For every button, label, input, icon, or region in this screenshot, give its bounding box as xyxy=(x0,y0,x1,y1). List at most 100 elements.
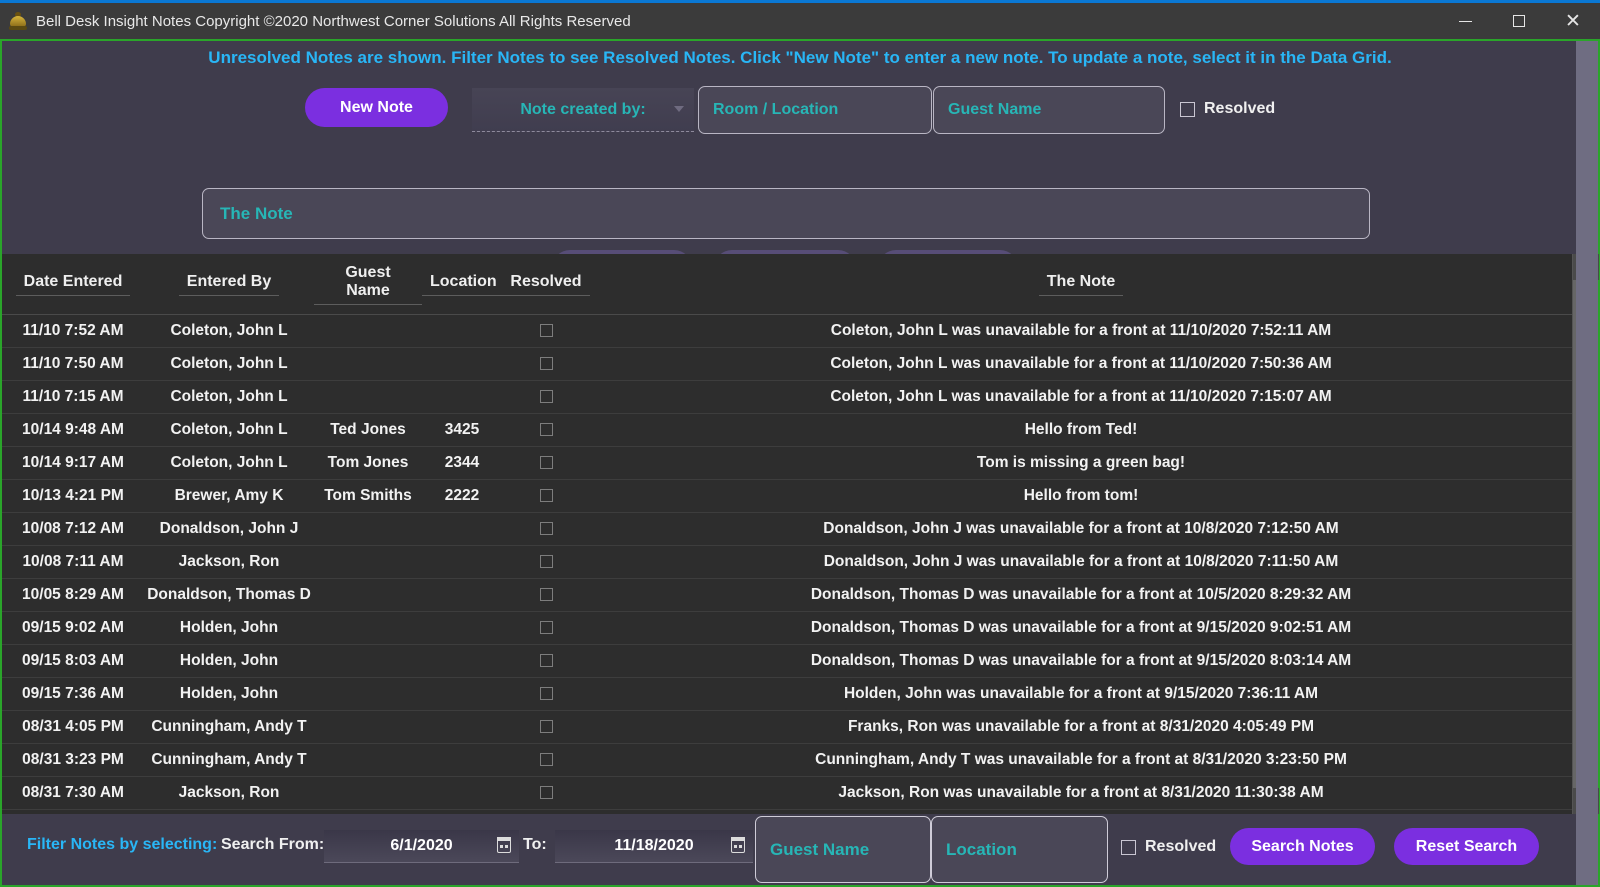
table-row[interactable]: 09/15 7:36 AMHolden, JohnHolden, John wa… xyxy=(2,678,1572,711)
the-note-input[interactable]: The Note xyxy=(202,188,1370,239)
new-note-button[interactable]: New Note xyxy=(305,88,448,127)
cell-resolved[interactable] xyxy=(502,546,590,579)
table-row[interactable]: 10/05 8:29 AMDonaldson, Thomas DDonaldso… xyxy=(2,579,1572,612)
cell-resolved[interactable] xyxy=(502,381,590,414)
cell-resolved[interactable] xyxy=(502,579,590,612)
cell-entered-by: Donaldson, Thomas D xyxy=(144,579,314,612)
table-row[interactable]: 10/14 9:17 AMColeton, John LTom Jones234… xyxy=(2,447,1572,480)
room-location-input[interactable]: Room / Location xyxy=(698,86,932,134)
grid-body: 11/10 7:52 AMColeton, John LColeton, Joh… xyxy=(2,315,1572,815)
column-header-guest-name[interactable]: Guest Name xyxy=(314,254,422,315)
cell-date-entered: 11/10 7:50 AM xyxy=(2,348,144,381)
filter-location-input[interactable]: Location xyxy=(931,816,1108,883)
cell-location xyxy=(422,777,502,810)
column-header-the-note[interactable]: The Note xyxy=(590,254,1572,315)
cell-resolved[interactable] xyxy=(502,678,590,711)
note-created-by-value: Note created by: xyxy=(520,101,645,119)
table-row[interactable]: 11/10 7:52 AMColeton, John LColeton, Joh… xyxy=(2,315,1572,348)
cell-date-entered: 08/31 7:30 AM xyxy=(2,777,144,810)
checkbox-icon[interactable] xyxy=(540,324,553,337)
cell-location xyxy=(422,744,502,777)
filter-label: Filter Notes by selecting: xyxy=(27,836,217,854)
table-row[interactable]: 11/10 7:50 AMColeton, John LColeton, Joh… xyxy=(2,348,1572,381)
checkbox-icon[interactable] xyxy=(540,753,553,766)
cell-guest-name: Ted Jones xyxy=(314,414,422,447)
cell-location xyxy=(422,381,502,414)
filter-guest-name-input[interactable]: Guest Name xyxy=(755,816,931,883)
cell-resolved[interactable] xyxy=(502,645,590,678)
column-header-location[interactable]: Location xyxy=(422,254,502,315)
notes-data-grid: Date Entered Entered By Guest Name Locat… xyxy=(2,254,1598,814)
cell-date-entered: 08/31 3:23 PM xyxy=(2,744,144,777)
table-row[interactable]: 09/15 9:02 AMHolden, JohnDonaldson, Thom… xyxy=(2,612,1572,645)
cell-resolved[interactable] xyxy=(502,777,590,810)
note-created-by-dropdown[interactable]: Note created by: xyxy=(472,88,694,132)
grid-header-row: Date Entered Entered By Guest Name Locat… xyxy=(2,254,1572,315)
checkbox-icon[interactable] xyxy=(540,489,553,502)
cell-resolved[interactable] xyxy=(502,315,590,348)
checkbox-icon[interactable] xyxy=(540,654,553,667)
table-row[interactable]: 10/08 7:11 AMJackson, RonDonaldson, John… xyxy=(2,546,1572,579)
cell-the-note: Hello from Ted! xyxy=(590,414,1572,447)
search-from-label: Search From: xyxy=(221,836,324,854)
table-row[interactable]: 10/13 4:21 PMBrewer, Amy KTom Smiths2222… xyxy=(2,480,1572,513)
table-row[interactable]: 09/15 8:03 AMHolden, JohnDonaldson, Thom… xyxy=(2,645,1572,678)
maximize-button[interactable] xyxy=(1492,3,1546,39)
checkbox-icon[interactable] xyxy=(540,423,553,436)
checkbox-icon[interactable] xyxy=(540,456,553,469)
cell-location xyxy=(422,348,502,381)
table-row[interactable]: 10/14 9:48 AMColeton, John LTed Jones342… xyxy=(2,414,1572,447)
table-row[interactable]: 08/31 7:30 AMJackson, RonJackson, Ron wa… xyxy=(2,777,1572,810)
column-header-entered-by[interactable]: Entered By xyxy=(144,254,314,315)
cell-resolved[interactable] xyxy=(502,513,590,546)
application-window: Bell Desk Insight Notes Copyright ©2020 … xyxy=(0,0,1600,887)
cell-entered-by: Cunningham, Andy T xyxy=(144,711,314,744)
column-header-resolved[interactable]: Resolved xyxy=(502,254,590,315)
calendar-icon[interactable] xyxy=(497,837,511,853)
checkbox-icon[interactable] xyxy=(540,786,553,799)
cell-entered-by: Holden, John xyxy=(144,645,314,678)
search-notes-button[interactable]: Search Notes xyxy=(1230,828,1375,865)
cell-resolved[interactable] xyxy=(502,711,590,744)
calendar-icon[interactable] xyxy=(731,837,745,853)
cell-resolved[interactable] xyxy=(502,480,590,513)
table-row[interactable]: 08/31 3:23 PMCunningham, Andy TCunningha… xyxy=(2,744,1572,777)
cell-resolved[interactable] xyxy=(502,348,590,381)
cell-date-entered: 09/15 7:36 AM xyxy=(2,678,144,711)
resolved-checkbox-top[interactable]: Resolved xyxy=(1180,100,1275,118)
cell-entered-by: Coleton, John L xyxy=(144,414,314,447)
checkbox-icon[interactable] xyxy=(540,588,553,601)
cell-date-entered: 08/31 4:05 PM xyxy=(2,711,144,744)
minimize-icon xyxy=(1459,21,1472,22)
cell-the-note: Donaldson, John J was unavailable for a … xyxy=(590,546,1572,579)
date-to-picker[interactable]: 11/18/2020 xyxy=(555,830,753,863)
table-row[interactable]: 10/08 7:12 AMDonaldson, John JDonaldson,… xyxy=(2,513,1572,546)
resolved-checkbox-filter[interactable]: Resolved xyxy=(1121,838,1216,856)
guest-name-input[interactable]: Guest Name xyxy=(933,86,1165,134)
minimize-button[interactable] xyxy=(1438,3,1492,39)
cell-resolved[interactable] xyxy=(502,744,590,777)
cell-resolved[interactable] xyxy=(502,447,590,480)
window-scrollbar[interactable] xyxy=(1576,41,1598,885)
cell-the-note: Franks, Ron was unavailable for a front … xyxy=(590,711,1572,744)
cell-resolved[interactable] xyxy=(502,612,590,645)
cell-guest-name xyxy=(314,381,422,414)
cell-the-note: Hello from tom! xyxy=(590,480,1572,513)
reset-search-button[interactable]: Reset Search xyxy=(1394,828,1539,865)
table-row[interactable]: 11/10 7:15 AMColeton, John LColeton, Joh… xyxy=(2,381,1572,414)
checkbox-icon[interactable] xyxy=(540,621,553,634)
table-row[interactable]: 08/31 4:05 PMCunningham, Andy T Franks, R… xyxy=(2,711,1572,744)
column-header-date-entered[interactable]: Date Entered xyxy=(2,254,144,315)
checkbox-icon[interactable] xyxy=(540,522,553,535)
cell-location xyxy=(422,711,502,744)
checkbox-icon[interactable] xyxy=(540,555,553,568)
cell-resolved[interactable] xyxy=(502,414,590,447)
close-button[interactable]: ✕ xyxy=(1546,3,1600,39)
checkbox-icon[interactable] xyxy=(540,720,553,733)
cell-the-note: Tom is missing a green bag! xyxy=(590,447,1572,480)
checkbox-icon[interactable] xyxy=(540,687,553,700)
checkbox-icon[interactable] xyxy=(540,357,553,370)
checkbox-icon[interactable] xyxy=(540,390,553,403)
date-from-value: 6/1/2020 xyxy=(390,837,452,855)
date-from-picker[interactable]: 6/1/2020 xyxy=(324,830,519,863)
